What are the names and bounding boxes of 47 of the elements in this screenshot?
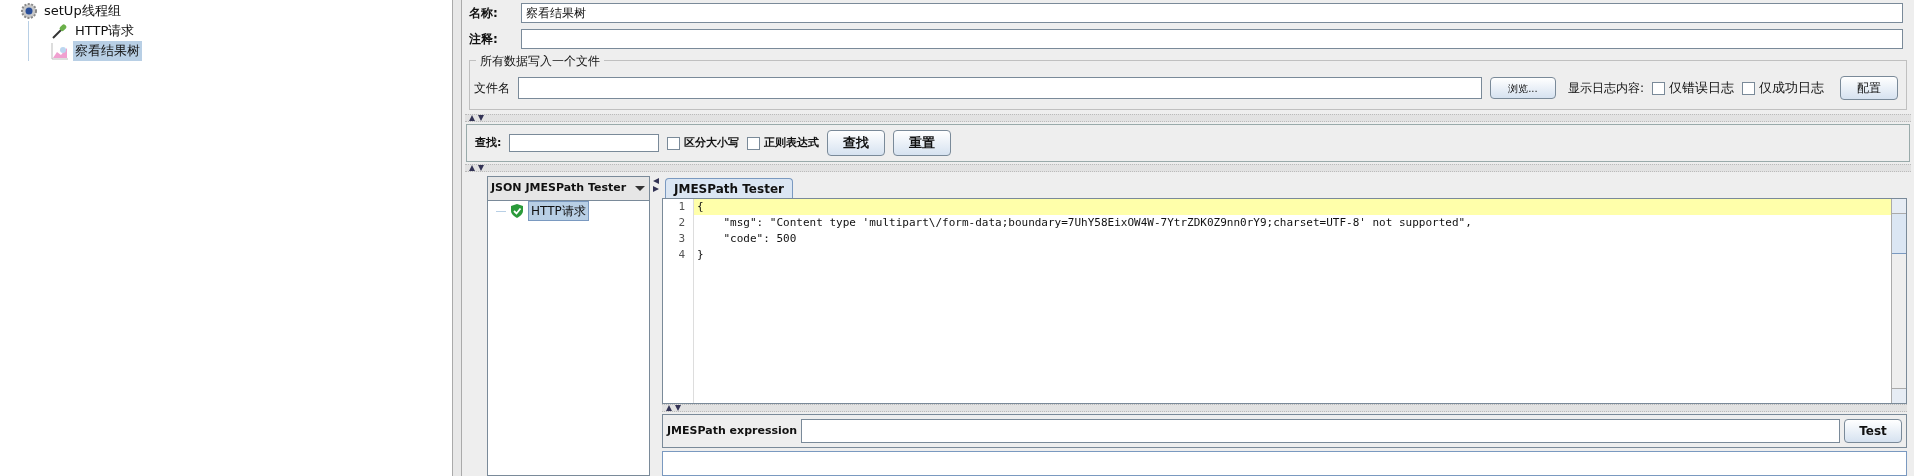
search-button[interactable]: 重置 <box>893 130 952 156</box>
line-number: 1 <box>663 199 693 215</box>
code-line: "code": 500 <box>693 231 797 247</box>
tree-item[interactable]: setUp线程组 <box>42 1 123 21</box>
tree-item[interactable]: 察看结果树 <box>73 41 142 61</box>
graph-icon <box>51 42 69 60</box>
comment-field[interactable] <box>521 29 1903 49</box>
checkbox-label: 正则表达式 <box>764 134 820 151</box>
search-button[interactable]: 查找 <box>827 130 886 156</box>
splitter[interactable] <box>452 0 462 476</box>
shield-check-icon <box>510 203 524 219</box>
splitter-arrows-icon[interactable] <box>469 115 485 121</box>
checkbox-label: 仅成功日志 <box>1759 79 1824 98</box>
tree-item[interactable]: HTTP请求 <box>73 21 137 41</box>
caret-icon <box>635 186 645 191</box>
checkbox[interactable] <box>1652 81 1665 95</box>
result-item[interactable]: HTTP请求 <box>528 201 589 221</box>
checkbox[interactable] <box>1742 81 1755 95</box>
log-content-label: 显示日志内容: <box>1567 80 1644 97</box>
field-label: 文件名 <box>474 80 510 97</box>
expression-label: JMESPath expression <box>667 422 798 439</box>
group-title: 所有数据写入一个文件 <box>476 52 604 70</box>
dropper-icon <box>51 22 69 40</box>
field-label: 名称: <box>469 5 499 22</box>
scrollbar[interactable] <box>1891 199 1906 403</box>
expression-field[interactable] <box>801 419 1840 443</box>
name-field[interactable]: 察看结果树 <box>521 3 1903 23</box>
code-line: "msg": "Content type 'multipart\/form-data;boundary=7UhY58EixOW4W-7YtrZDK0Z9nn0rY9;charset=UTF-8' not supported", <box>693 215 1472 231</box>
renderer-dropdown[interactable]: JSON JMESPath Tester <box>488 177 649 201</box>
search-field[interactable] <box>509 134 660 152</box>
browse-button[interactable]: 浏览... <box>1489 77 1556 99</box>
tab[interactable]: JMESPath Tester <box>665 178 793 198</box>
code-line: { <box>693 199 704 215</box>
config-button[interactable]: 配置 <box>1840 76 1898 100</box>
splitter-arrows-icon[interactable] <box>469 165 485 171</box>
checkbox-label: 仅错误日志 <box>1669 79 1734 98</box>
code-line: } <box>693 247 704 263</box>
field-label: 注释: <box>469 31 499 48</box>
file-name-field[interactable] <box>518 77 1482 99</box>
search-label: 查找: <box>475 134 502 151</box>
checkbox[interactable] <box>667 136 681 150</box>
splitter-arrows-icon[interactable] <box>653 178 659 192</box>
test-button[interactable]: Test <box>1844 419 1902 443</box>
splitter-arrows-icon[interactable] <box>666 405 682 411</box>
gear-icon <box>20 2 38 20</box>
checkbox[interactable] <box>747 136 761 150</box>
checkbox-label: 区分大小写 <box>684 134 740 151</box>
